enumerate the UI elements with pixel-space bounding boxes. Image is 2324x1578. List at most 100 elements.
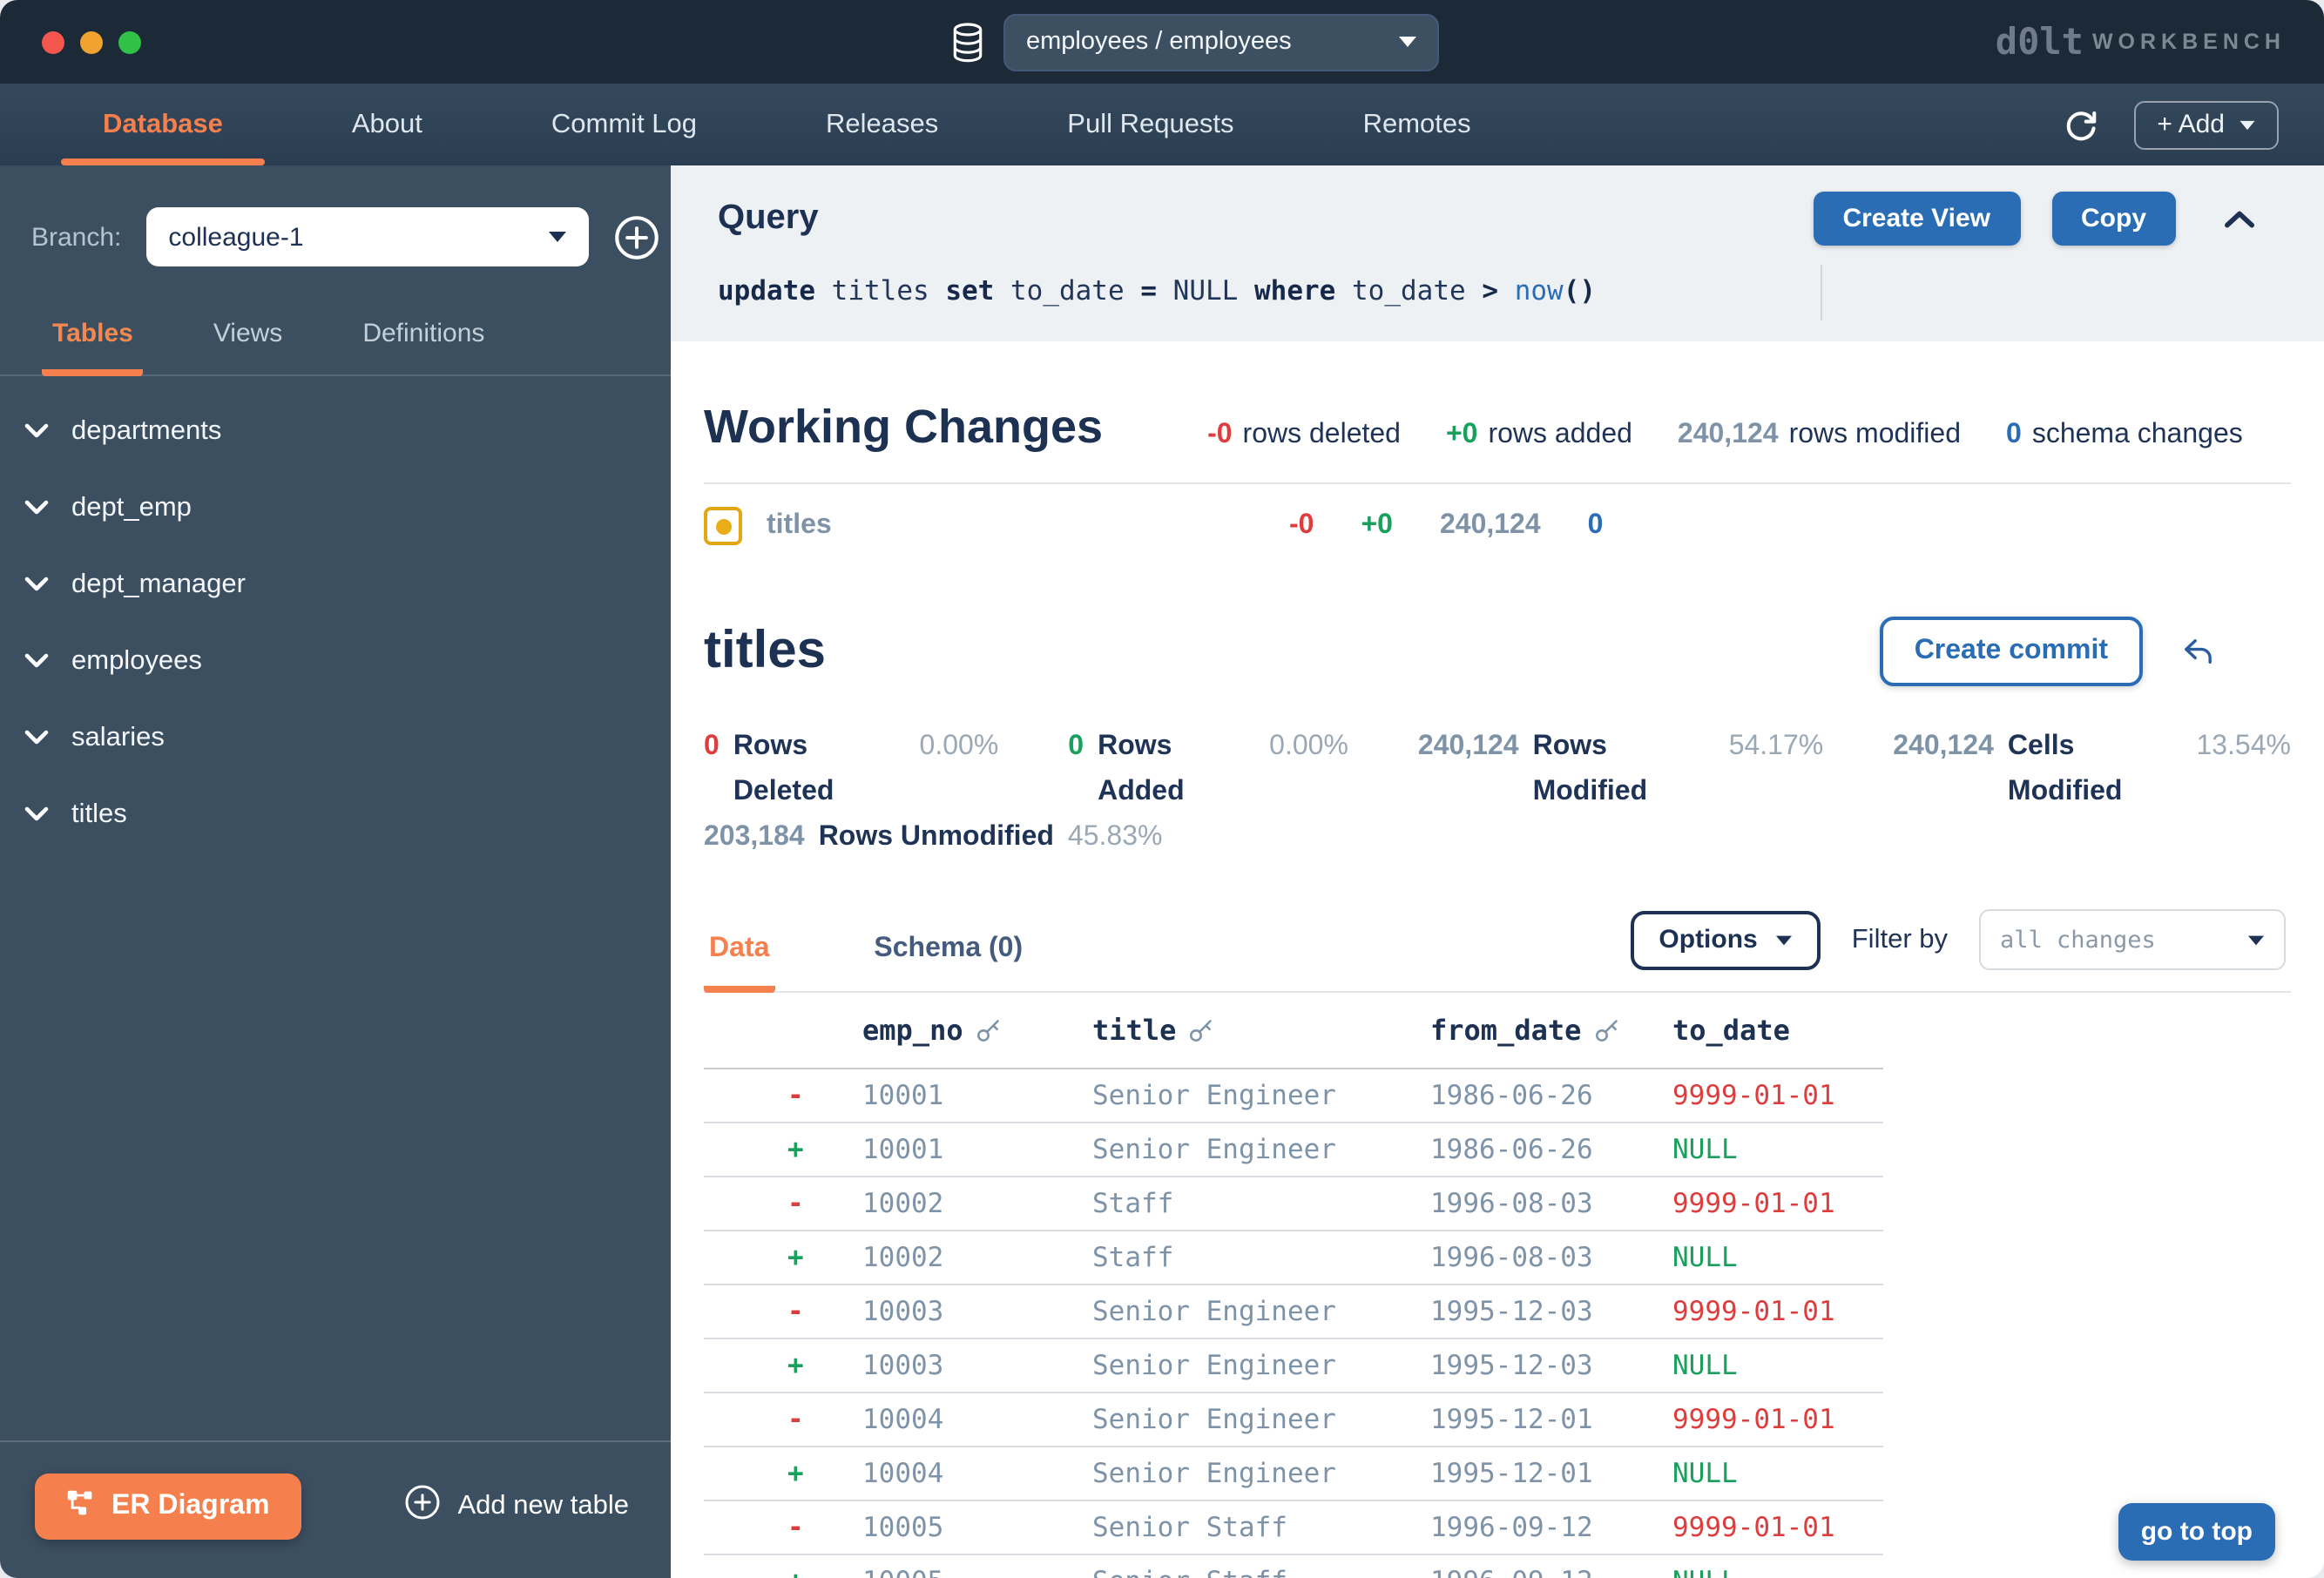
cell-title: Senior Engineer (1092, 1296, 1336, 1327)
sidebar-item-dept-emp[interactable]: dept_emp (24, 470, 671, 547)
dolt-workbench-window: employees / employees d0lt WORKBENCH Dat… (0, 0, 2324, 1578)
sql-text: to_date (994, 275, 1141, 307)
diff-removed-sign: - (787, 1404, 804, 1435)
filter-changes-select[interactable]: all changes (1979, 909, 2286, 970)
sidebar-item-titles[interactable]: titles (24, 777, 671, 853)
column-header-from-date[interactable]: from_date (1430, 1014, 1672, 1047)
sidebar-tab-tables[interactable]: Tables (42, 319, 144, 376)
nav-tab-about[interactable]: About (287, 84, 487, 165)
cell-from-date: 1986-06-26 (1430, 1134, 1593, 1165)
database-selector-group: employees / employees (949, 0, 1439, 84)
stat-value: -0 (1207, 420, 1233, 449)
primary-key-icon (1595, 1020, 1618, 1042)
rows-modified-detail: 240,124 Rows Modified 54.17% (1418, 725, 1823, 815)
create-view-button[interactable]: Create View (1813, 192, 2020, 246)
branch-selector[interactable]: colleague-1 (145, 207, 589, 266)
cell-to-date: NULL (1672, 1134, 1738, 1165)
changed-table-name: titles (767, 510, 832, 540)
sidebar-item-dept-manager[interactable]: dept_manager (24, 547, 671, 624)
stat-value: 0 (2006, 420, 2022, 449)
sidebar: Branch: colleague-1 Tables Views Definit… (0, 165, 719, 1578)
cell-emp-no: 10001 (862, 1134, 944, 1165)
options-label: Options (1659, 925, 1758, 954)
query-pane-divider (1821, 265, 1822, 320)
table-name: dept_emp (71, 493, 192, 523)
create-commit-button[interactable]: Create commit (1879, 617, 2143, 686)
cell-emp-no: 10004 (862, 1404, 944, 1435)
primary-key-icon (1190, 1020, 1213, 1042)
options-button[interactable]: Options (1631, 910, 1821, 969)
minimize-window-button[interactable] (80, 30, 103, 53)
diff-stats-line-2: 203,184 Rows Unmodified 45.83% (704, 815, 2291, 860)
cell-from-date: 1995-12-01 (1430, 1404, 1593, 1435)
column-header-emp-no[interactable]: emp_no (862, 1014, 1092, 1047)
cell-to-date: 9999-01-01 (1672, 1188, 1835, 1219)
sidebar-item-employees[interactable]: employees (24, 624, 671, 700)
column-header-to-date[interactable]: to_date (1672, 1014, 1883, 1047)
cell-title: Senior Engineer (1092, 1458, 1336, 1489)
sidebar-tab-views[interactable]: Views (203, 319, 294, 376)
nav-tab-releases[interactable]: Releases (761, 84, 1003, 165)
diff-added-sign: + (787, 1134, 804, 1165)
copy-button[interactable]: Copy (2051, 192, 2176, 246)
nav-tab-remotes[interactable]: Remotes (1299, 84, 1536, 165)
sidebar-tab-definitions[interactable]: Definitions (352, 319, 495, 376)
cell-title: Senior Staff (1092, 1512, 1287, 1543)
main-panel: Query Create View Copy update titles set… (671, 165, 2324, 1578)
cell-to-date: NULL (1672, 1350, 1738, 1381)
changed-table-row-titles[interactable]: titles -0 +0 240,124 0 (704, 484, 2291, 568)
branch-selector-value: colleague-1 (168, 222, 304, 252)
go-to-top-button[interactable]: go to top (2118, 1503, 2275, 1561)
cell-title: Senior Staff (1092, 1566, 1430, 1578)
add-button[interactable]: + Add (2134, 100, 2279, 149)
modified-table-icon (704, 507, 742, 545)
stat-label: Cells Modified (2007, 732, 2123, 806)
refresh-icon[interactable] (2063, 106, 2099, 143)
stat-value: 203,184 (704, 822, 805, 852)
close-window-button[interactable] (42, 30, 64, 53)
add-new-table-button[interactable]: Add new table (404, 1484, 629, 1529)
diff-added-sign: + (787, 1458, 804, 1489)
sql-query-text[interactable]: update titles set to_date = NULL where t… (718, 265, 2254, 320)
cells-modified-detail: 240,124 Cells Modified 13.54% (1893, 725, 2291, 815)
chevron-down-icon (2240, 119, 2255, 130)
stat-value: 240,124 (1417, 732, 1519, 761)
branch-row: Branch: colleague-1 (0, 165, 719, 266)
cell-emp-no: 10005 (862, 1566, 1092, 1578)
tab-data[interactable]: Data (704, 916, 775, 993)
chevron-down-icon (1399, 37, 1416, 47)
collapse-query-icon[interactable] (2225, 210, 2254, 227)
primary-key-icon (976, 1020, 999, 1042)
schema-changes-stat: 0 schema changes (2006, 420, 2243, 451)
undo-icon[interactable] (2181, 637, 2214, 666)
sidebar-footer: ER Diagram Add new table (0, 1440, 671, 1578)
table-row: +10004 Senior Engineer 1995-12-01 NULL (704, 1447, 1883, 1501)
stat-label: Rows Added (1098, 732, 1185, 806)
query-title: Query (718, 199, 819, 237)
cell-from-date: 1986-06-26 (1430, 1080, 1593, 1111)
diff-removed-sign: - (787, 1188, 804, 1219)
chevron-down-icon (548, 232, 566, 242)
er-diagram-button[interactable]: ER Diagram (35, 1473, 301, 1540)
table-row: - 10003 Senior Engineer 1995-12-03 9999-01-0… (704, 1285, 1883, 1339)
cell-from-date: 1995-12-03 (1430, 1296, 1593, 1327)
sidebar-tabs: Tables Views Definitions (0, 266, 671, 376)
stat-percent: 0.00% (919, 732, 999, 761)
table-row: +10003 Senior Engineer 1995-12-03 NULL (704, 1339, 1883, 1393)
nav-tab-database[interactable]: Database (38, 84, 287, 165)
zoom-window-button[interactable] (118, 30, 141, 53)
add-branch-icon[interactable] (612, 213, 659, 260)
nav-tab-pull-requests[interactable]: Pull Requests (1003, 84, 1298, 165)
table-row: - 10002 Staff 1996-08-03 9999-01-01 (704, 1177, 1883, 1231)
sidebar-item-salaries[interactable]: salaries (24, 700, 671, 777)
column-header-title[interactable]: title (1092, 1014, 1430, 1047)
stat-value: 240,124 (1677, 420, 1779, 449)
tab-schema[interactable]: Schema (0) (868, 916, 1028, 993)
sidebar-item-departments[interactable]: departments (24, 394, 671, 470)
stat-value: +0 (1445, 420, 1478, 449)
sql-keyword: update (718, 275, 815, 307)
working-changes-section: Working Changes -0 rows deleted +0 rows ad… (671, 341, 2324, 1578)
database-selector[interactable]: employees / employees (1003, 13, 1439, 71)
sql-text: to_date (1335, 275, 1483, 307)
nav-tab-commit-log[interactable]: Commit Log (487, 84, 761, 165)
